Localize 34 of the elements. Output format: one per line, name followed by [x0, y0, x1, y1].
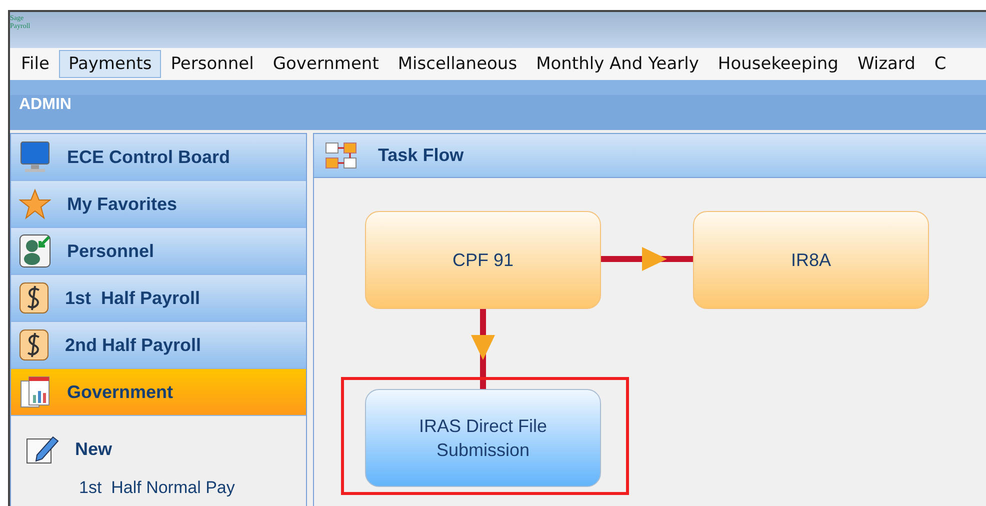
flow-node[interactable]: IR8A	[693, 211, 929, 309]
menu-item[interactable]: Government	[264, 50, 388, 78]
sidebar-item[interactable]: My Favorites	[11, 181, 306, 228]
sidebar-item[interactable]: ECE Control Board	[11, 134, 306, 181]
sidebar-item-label: My Favorites	[67, 194, 178, 214]
sidebar-item-label: 1st Half Payroll	[65, 288, 200, 308]
dollar-icon	[19, 329, 49, 361]
menu-item[interactable]: Monthly And Yearly	[527, 50, 708, 78]
star-icon	[19, 188, 51, 220]
person-icon	[19, 234, 51, 268]
panel-title: Task Flow	[378, 145, 464, 166]
sidebar-item[interactable]: 1st Half Payroll	[11, 275, 306, 322]
sidebar-item[interactable]: Personnel	[11, 228, 306, 275]
menu-item[interactable]: File	[12, 50, 58, 78]
sidebar-item-label: ECE Control Board	[67, 146, 230, 168]
report-icon	[19, 375, 51, 409]
sidebar-item-label: 2nd Half Payroll	[65, 334, 202, 356]
sidebar-item-label: Government	[67, 382, 174, 402]
dollar-icon	[19, 282, 49, 314]
menu-item[interactable]: Miscellaneous	[388, 50, 526, 78]
menu-item[interactable]: Payments	[59, 50, 161, 78]
submenu-link[interactable]: New	[75, 438, 112, 460]
menu-item[interactable]: Personnel	[162, 50, 263, 78]
sidebar-item[interactable]: 2nd Half Payroll	[11, 322, 306, 369]
menu-item[interactable]: C	[925, 50, 956, 78]
user-name: ADMIN	[19, 96, 72, 114]
flow-node[interactable]: IRAS Direct File Submission	[365, 389, 601, 487]
menu-item[interactable]: Housekeeping	[708, 50, 848, 78]
submenu-link[interactable]: 1st Half Normal Pay	[25, 478, 306, 498]
monitor-icon	[19, 140, 51, 174]
sidebar-item-label: Personnel	[67, 240, 154, 262]
sidebar-item[interactable]: Government	[11, 369, 306, 416]
flow-node[interactable]: CPF 91	[365, 211, 601, 309]
menu-item[interactable]: Wizard	[848, 50, 924, 78]
